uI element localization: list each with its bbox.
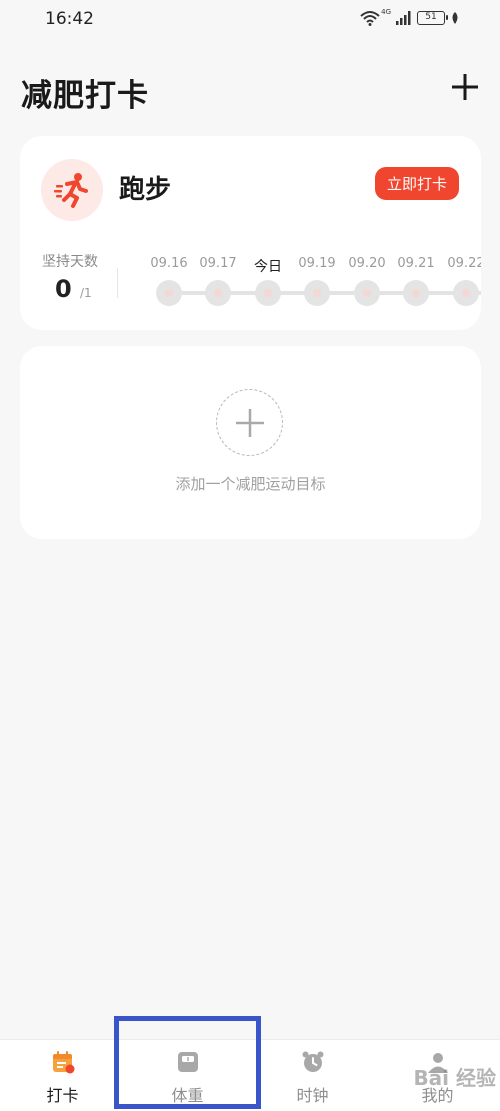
status-time: 16:42	[45, 9, 94, 29]
day-dot[interactable]	[205, 280, 231, 306]
running-avatar	[41, 159, 103, 221]
goal-title: 跑步	[119, 175, 172, 205]
add-button[interactable]	[450, 72, 480, 102]
day-label: 09.22	[447, 256, 481, 271]
app-screen: 16:42 4G 51 减肥打卡 跑步 立即打卡 坚持天数 0 /1 09.16…	[0, 0, 500, 1111]
nav-label: 打卡	[46, 1086, 79, 1105]
plus-icon	[235, 408, 264, 437]
day-label: 09.21	[397, 256, 435, 271]
day-dot[interactable]	[354, 280, 380, 306]
divider	[117, 268, 118, 298]
watermark: Bai 经验	[413, 1066, 496, 1090]
runner-icon	[54, 173, 88, 208]
streak-label: 坚持天数	[42, 254, 98, 270]
day-label: 09.19	[298, 256, 336, 271]
scale-icon	[177, 1052, 198, 1072]
streak-value: 0	[55, 275, 72, 303]
day-label-today: 今日	[254, 259, 282, 275]
day-label: 09.20	[348, 256, 386, 271]
status-icons: 4G 51	[360, 8, 460, 28]
check-in-button[interactable]: 立即打卡	[375, 167, 459, 200]
running-goal-card[interactable]: 跑步 立即打卡 坚持天数 0 /1 09.16 09.17 今日 09.19 0…	[20, 136, 481, 330]
day-dot[interactable]	[156, 280, 182, 306]
signal-icon	[396, 11, 411, 25]
add-goal-card: 添加一个减肥运动目标	[20, 346, 481, 539]
network-type: 4G	[381, 8, 391, 16]
calendar-check-icon	[52, 1051, 74, 1074]
day-dot[interactable]	[453, 280, 479, 306]
add-goal-button[interactable]	[216, 389, 283, 456]
battery-icon: 51	[417, 11, 448, 25]
day-label: 09.16	[150, 256, 188, 271]
nav-label: 体重	[171, 1086, 204, 1105]
days-strip: 09.16 09.17 今日 09.19 09.20 09.21 09.22	[147, 256, 481, 316]
streak-goal: /1	[80, 286, 92, 300]
day-dot-today[interactable]	[255, 280, 281, 306]
add-goal-text: 添加一个减肥运动目标	[175, 475, 326, 493]
day-dot[interactable]	[304, 280, 330, 306]
day-dot[interactable]	[403, 280, 429, 306]
status-bar: 16:42 4G 51	[0, 0, 500, 40]
plus-icon	[452, 74, 478, 100]
leaf-icon	[452, 12, 458, 24]
nav-item-checkin[interactable]: 打卡	[0, 1040, 125, 1111]
nav-label: 时钟	[296, 1086, 329, 1105]
nav-item-clock[interactable]: 时钟	[250, 1040, 375, 1111]
nav-item-weight[interactable]: 体重	[125, 1040, 250, 1111]
day-label: 09.17	[199, 256, 237, 271]
page-title: 减肥打卡	[21, 78, 149, 114]
wifi-icon	[360, 11, 380, 26]
alarm-clock-icon	[302, 1051, 323, 1072]
